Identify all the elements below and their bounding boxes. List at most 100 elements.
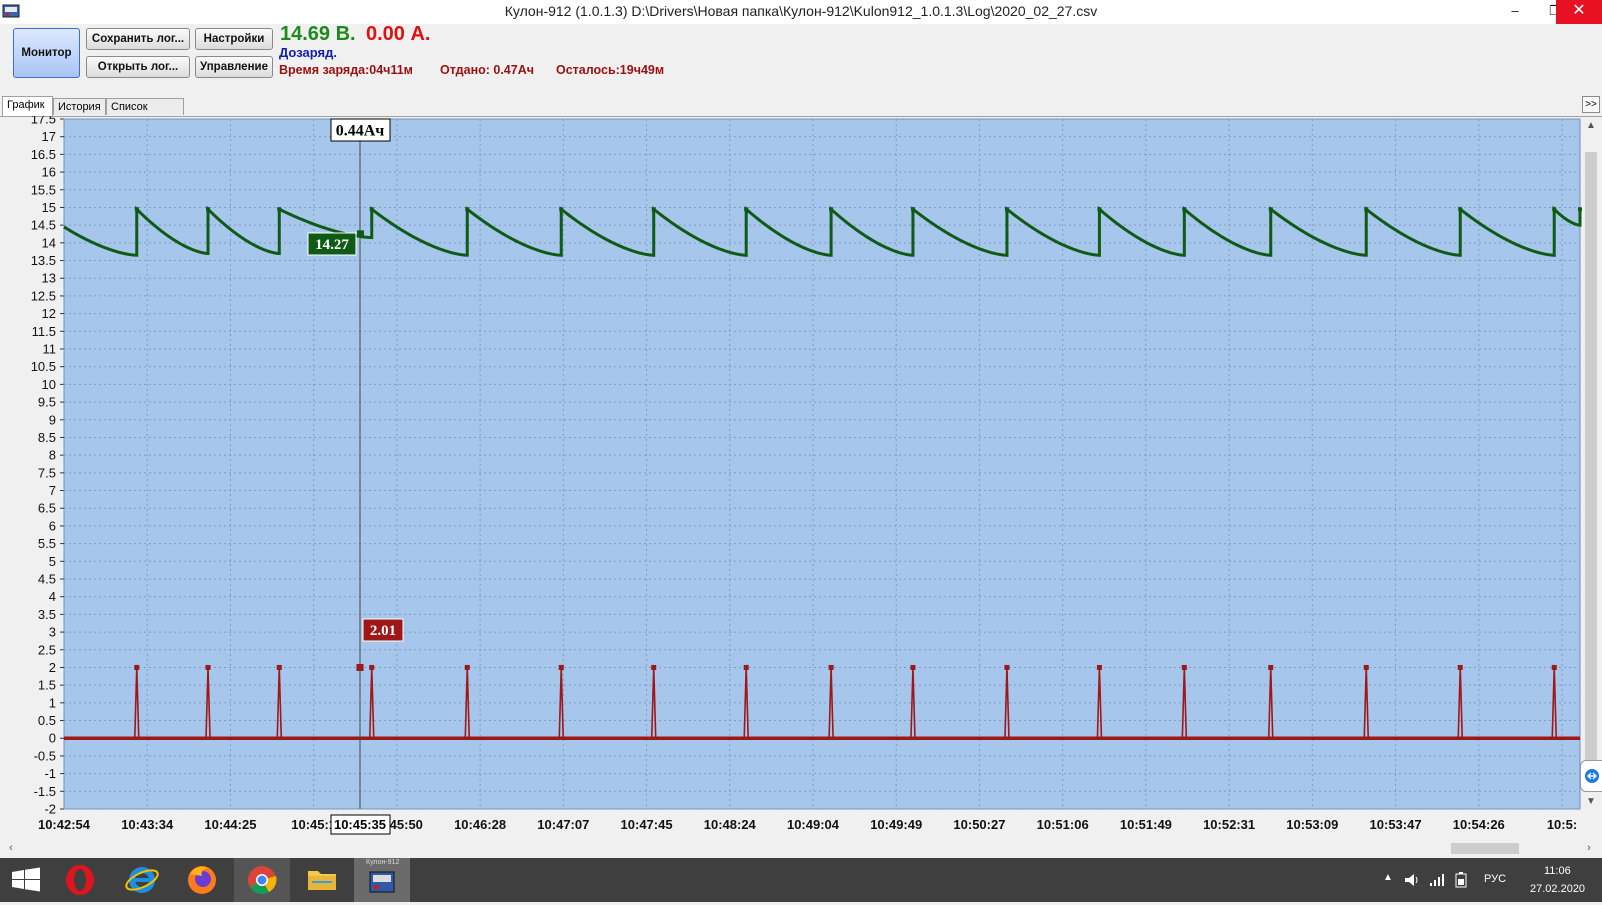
y-tick-label: 11 [43,342,57,357]
x-tick-label: 10:43:34 [121,817,174,832]
cursor-ah-text: 0.44Ач [336,123,385,140]
x-tick-label: 10:50:27 [953,817,1005,832]
y-tick-label: 5.5 [38,536,56,551]
y-tick-label: 4 [49,589,56,604]
y-tick-label: 7 [49,483,56,498]
vertical-scrollbar[interactable]: ▲ ▼ [1582,118,1600,810]
settings-button[interactable]: Настройки [195,28,273,50]
voltage-point [134,207,139,212]
clock-time[interactable]: 11:06 [1544,865,1571,877]
voltage-point [277,207,282,212]
tab-history[interactable]: История [53,98,106,115]
kulon-taskbar-item[interactable]: Кулон-912 [354,858,410,902]
input-language[interactable]: РУС [1484,873,1506,885]
voltage-point [1552,207,1557,212]
tab-graph[interactable]: График [2,96,53,116]
remote-control-icon[interactable] [1580,760,1602,792]
y-tick-label: 14 [42,235,56,250]
y-tick-label: 0 [49,731,56,746]
y-tick-label: -2 [44,802,56,817]
close-button[interactable]: ✕ [1556,0,1602,24]
y-tick-label: 9 [49,412,56,427]
y-tick-label: 3 [49,625,56,640]
x-tick-label: 10:42:54 [38,817,91,832]
current-pulse-point [369,664,375,670]
y-tick-label: -0.5 [34,748,56,763]
y-tick-label: 13.5 [31,253,56,268]
voltage-point [1182,207,1187,212]
y-tick-label: 5 [49,554,56,569]
current-pulse-point [1363,664,1369,670]
opera-icon [66,865,94,895]
cursor-voltage-label: 14.27 [307,232,357,256]
y-tick-label: 11.5 [32,324,56,339]
current-pulse-point [828,664,834,670]
charge-mode: Дозаряд. [279,45,337,60]
scroll-down-icon[interactable]: ▼ [1582,794,1600,810]
x-tick-label: 10:52:31 [1203,817,1255,832]
voltage-point [206,207,211,212]
y-tick-label: 8.5 [38,430,56,445]
horizontal-scrollbar[interactable]: ‹ › [0,841,1602,856]
plot-background [63,118,1581,810]
y-tick-label: 3.5 [38,607,56,622]
cursor-current-label: 2.01 [362,618,404,642]
windows-icon [12,867,40,892]
current-pulse-point [743,664,749,670]
open-log-button[interactable]: Открыть лог... [86,56,190,78]
chart-area[interactable]: 17.51716.51615.51514.51413.51312.51211.5… [0,116,1582,840]
x-tick-label: 10:51:49 [1120,817,1172,832]
scroll-left-icon[interactable]: ‹ [4,841,18,856]
expand-button[interactable]: >> [1582,96,1600,113]
x-tick-label: 10:51:06 [1037,817,1089,832]
ie-taskbar-item[interactable] [114,858,170,902]
scroll-right-icon[interactable]: › [1582,841,1596,856]
x-tick-label: 10:53:47 [1370,817,1422,832]
opera-taskbar-item[interactable] [52,858,108,902]
monitor-button[interactable]: Монитор [13,28,80,78]
y-tick-label: 9.5 [38,395,56,410]
y-tick-label: 10 [42,377,56,392]
x-tick-label: 10:5: [1547,817,1577,832]
x-tick-label: 10:45:1 [291,817,336,832]
y-tick-label: 8 [49,448,56,463]
tab-log-list[interactable]: Список логов [106,98,184,130]
cursor-voltage-text: 14.27 [315,237,349,253]
voltage-point [1268,207,1273,212]
folder-icon [308,871,336,890]
current-pulse-point [1551,664,1557,670]
y-tick-label: 15 [42,200,56,215]
voltage-point [1364,207,1369,212]
y-tick-label: 12.5 [31,288,56,303]
y-tick-label: 4.5 [38,572,56,587]
x-tick-label: 10:54:26 [1453,817,1505,832]
horizontal-scroll-thumb[interactable] [1451,843,1519,854]
control-button[interactable]: Управление [195,56,273,78]
x-tick-label: 10:44:25 [204,817,256,832]
explorer-taskbar-item[interactable] [294,858,350,902]
voltage-point [910,207,915,212]
y-axis-labels: 17.51716.51615.51514.51413.51312.51211.5… [31,116,56,817]
x-tick-label: 10:49:04 [787,817,840,832]
network-icon[interactable] [1428,871,1446,889]
chrome-icon [248,866,277,894]
save-log-button[interactable]: Сохранить лог... [86,28,190,50]
minimize-button[interactable]: – [1492,0,1538,24]
clock-date[interactable]: 27.02.2020 [1530,883,1585,895]
current-pulse-point [134,664,140,670]
chrome-taskbar-item[interactable] [234,858,290,902]
firefox-taskbar-item[interactable] [174,858,230,902]
battery-icon[interactable] [1452,871,1470,889]
start-button[interactable] [0,858,56,902]
voltage-point [1097,207,1102,212]
vertical-scroll-thumb[interactable] [1585,152,1597,772]
y-tick-label: 2 [49,660,56,675]
speaker-icon[interactable] [1403,871,1421,889]
current-pulse-point [1268,664,1274,670]
y-tick-label: 1.5 [38,678,56,693]
tray-expand-icon[interactable]: ▲ [1383,872,1393,883]
scroll-up-icon[interactable]: ▲ [1582,118,1600,134]
current-pulse-point [1181,664,1187,670]
current-pulse-point [1096,664,1102,670]
x-tick-label: 10:53:09 [1286,817,1338,832]
